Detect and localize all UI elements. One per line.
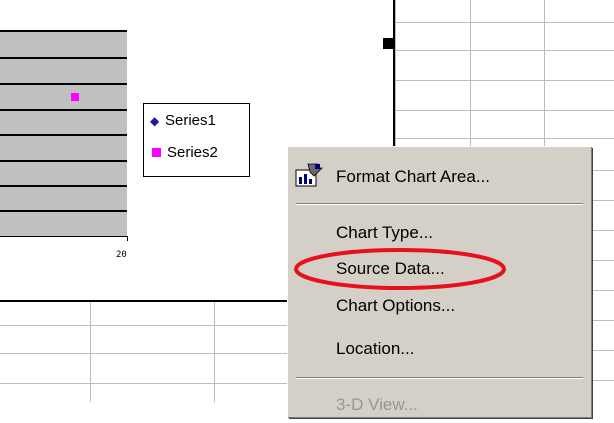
square-marker-icon	[152, 148, 161, 157]
menu-item-label: Chart Type...	[336, 223, 434, 242]
gridline	[0, 160, 127, 162]
diamond-marker-icon: ◆	[150, 113, 160, 128]
legend-entry-series1[interactable]: ◆ Series1	[150, 112, 216, 129]
format-chart-area-icon	[295, 163, 323, 187]
menu-item-label: Source Data...	[336, 259, 445, 278]
plot-area[interactable]	[0, 30, 127, 236]
gridline	[0, 83, 127, 85]
x-axis-tick-label: 20	[116, 250, 127, 260]
menu-item-3d-view: 3-D View...	[288, 387, 591, 423]
legend-label: Series2	[167, 144, 218, 161]
selection-handle[interactable]	[383, 38, 394, 49]
gridline	[0, 185, 127, 187]
gridline	[0, 134, 127, 136]
gridline	[0, 57, 127, 59]
x-axis	[0, 236, 127, 237]
legend-label: Series1	[165, 112, 216, 129]
series2-data-point[interactable]	[71, 93, 79, 101]
menu-item-chart-options[interactable]: Chart Options...	[288, 288, 591, 324]
menu-item-label: Format Chart Area...	[336, 167, 490, 186]
menu-item-label: Location...	[336, 339, 415, 358]
menu-item-location[interactable]: Location...	[288, 331, 591, 367]
menu-item-label: Chart Options...	[336, 296, 456, 315]
menu-item-chart-type[interactable]: Chart Type...	[288, 215, 591, 251]
menu-separator	[296, 377, 583, 379]
gridline	[0, 30, 127, 32]
menu-item-source-data[interactable]: Source Data...	[288, 251, 591, 287]
gridline	[0, 210, 127, 212]
chart-area-border	[0, 300, 287, 302]
gridline	[0, 109, 127, 111]
chart-context-menu: Format Chart Area... Chart Type... Sourc…	[287, 146, 591, 417]
menu-item-format-chart-area[interactable]: Format Chart Area...	[288, 159, 591, 195]
menu-item-label: 3-D View...	[336, 395, 418, 414]
x-axis-tick	[127, 236, 128, 241]
chart-legend[interactable]: ◆ Series1 Series2	[143, 103, 250, 177]
legend-entry-series2[interactable]: Series2	[150, 144, 218, 161]
menu-separator	[296, 203, 583, 205]
